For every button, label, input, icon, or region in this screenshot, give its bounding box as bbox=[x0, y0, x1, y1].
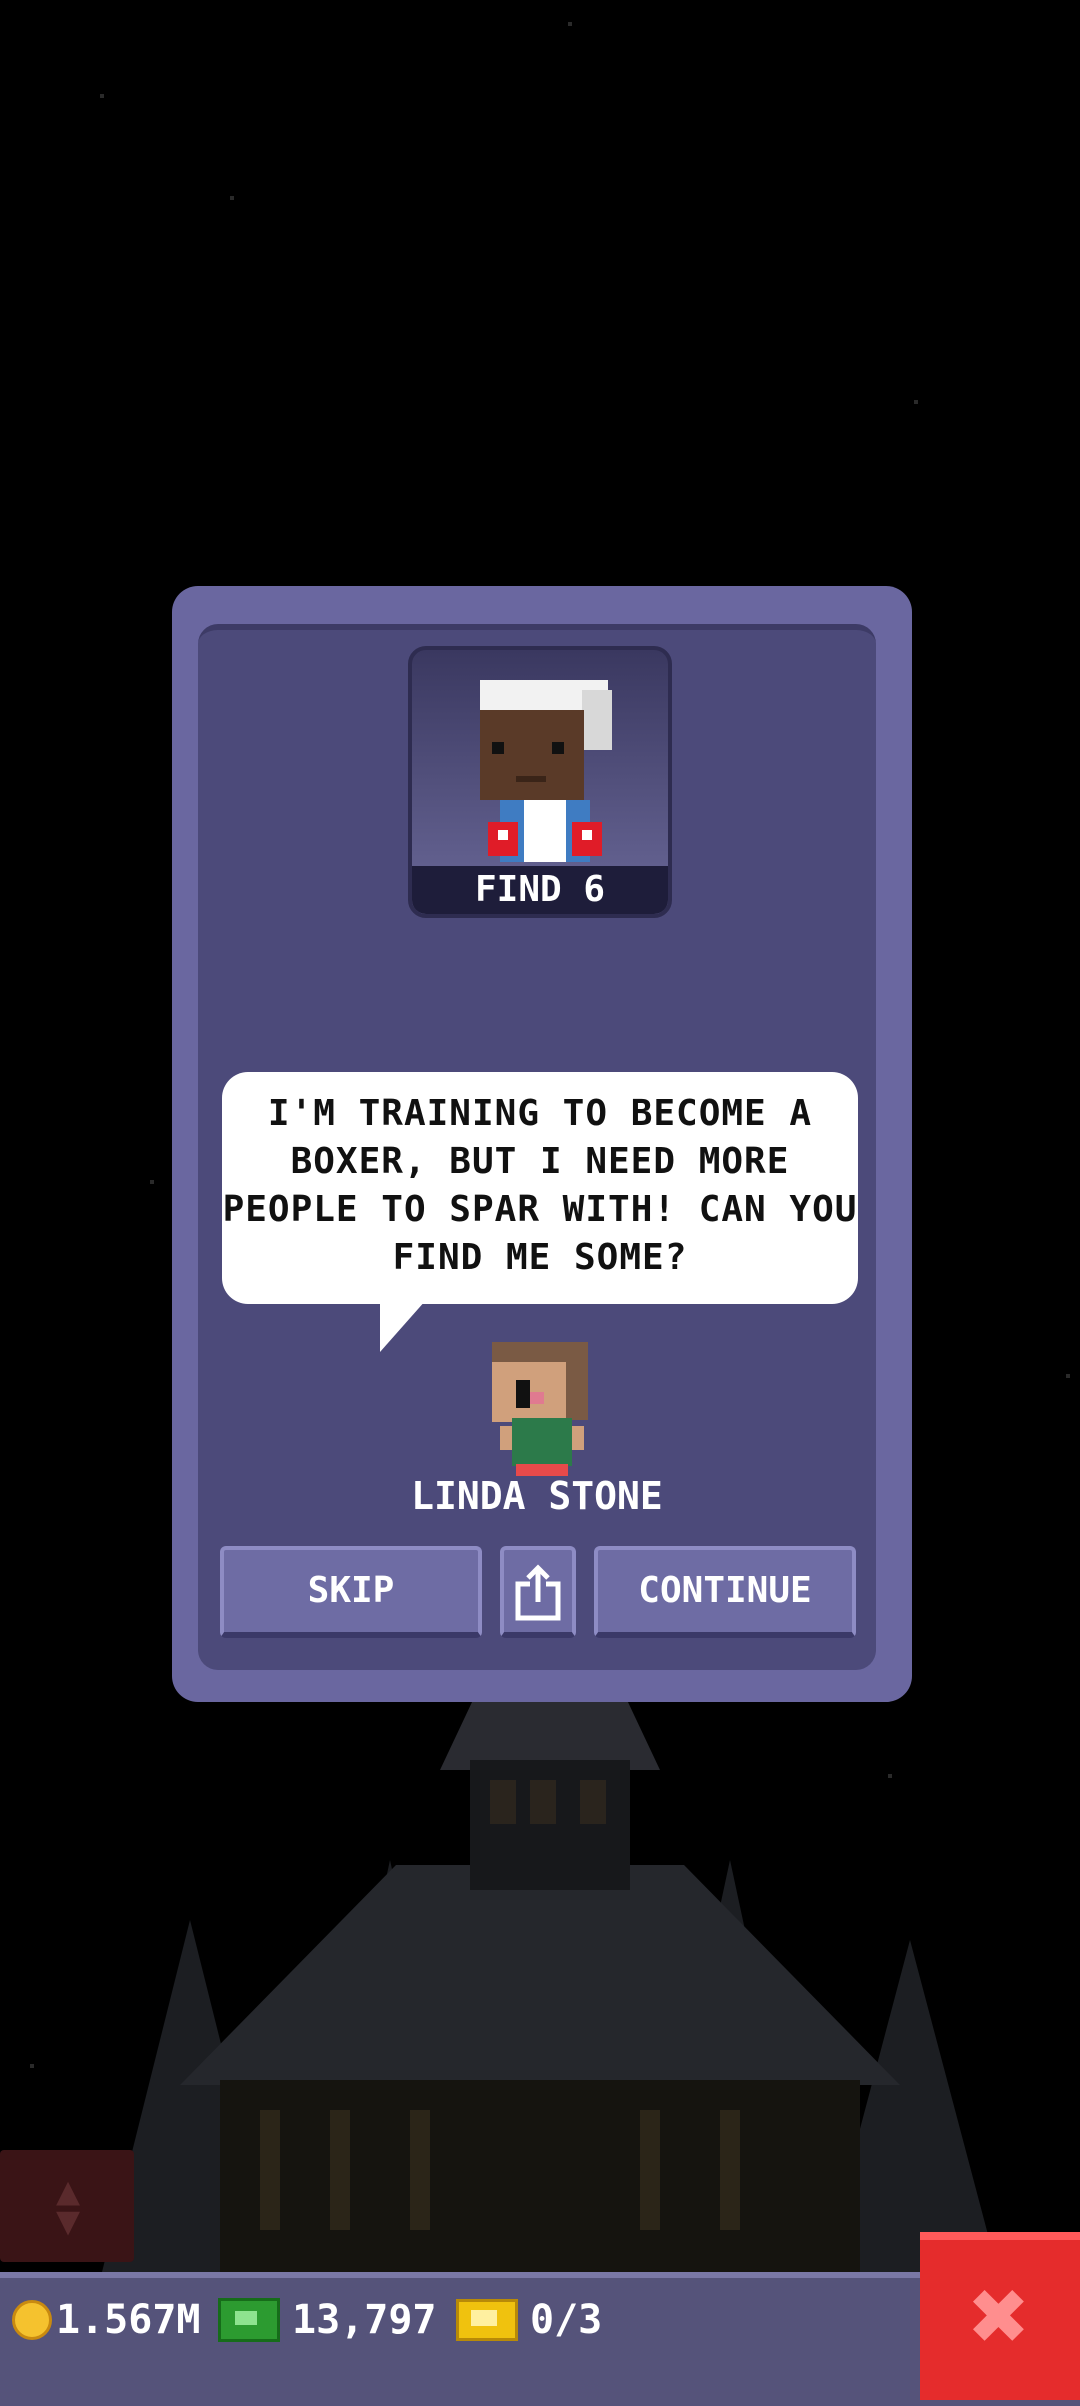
coins-display: 1.567M bbox=[12, 2296, 201, 2344]
elevator-button[interactable]: ▲ ▼ bbox=[0, 2150, 134, 2262]
star bbox=[100, 94, 104, 98]
star bbox=[230, 196, 234, 200]
quest-dialogue-text: I'M TRAINING TO BECOME A BOXER, BUT I NE… bbox=[222, 1093, 858, 1278]
window bbox=[260, 2110, 280, 2230]
coins-value: 1.567M bbox=[56, 2297, 201, 2343]
npc-name: LINDA STONE bbox=[411, 1474, 663, 1518]
star bbox=[150, 1180, 154, 1184]
close-button[interactable]: ✖ bbox=[920, 2232, 1080, 2400]
window bbox=[530, 1780, 556, 1824]
window bbox=[490, 1780, 516, 1824]
window bbox=[330, 2110, 350, 2230]
bux-value: 13,797 bbox=[292, 2297, 437, 2343]
window bbox=[580, 1780, 606, 1824]
bux-display: 13,797 bbox=[218, 2296, 437, 2344]
coin-icon bbox=[12, 2300, 52, 2340]
star bbox=[1066, 1374, 1070, 1378]
share-button[interactable] bbox=[500, 1546, 576, 1638]
up-down-arrows-icon: ▲ ▼ bbox=[55, 2168, 81, 2244]
window bbox=[640, 2110, 660, 2230]
ticket-icon bbox=[456, 2299, 518, 2341]
background-lodge-scene bbox=[0, 1680, 1080, 2280]
lodge-body bbox=[220, 2080, 860, 2280]
continue-button[interactable]: CONTINUE bbox=[594, 1546, 856, 1638]
close-icon: ✖ bbox=[969, 2257, 1031, 2374]
share-icon bbox=[515, 1564, 561, 1621]
quest-target-portrait: FIND 6 bbox=[408, 646, 672, 918]
speech-bubble-tail bbox=[380, 1300, 426, 1352]
tickets-display: 0/3 bbox=[456, 2296, 602, 2344]
find-count-label: FIND 6 bbox=[412, 866, 668, 914]
bux-icon bbox=[218, 2298, 280, 2342]
window bbox=[720, 2110, 740, 2230]
star bbox=[914, 400, 918, 404]
skip-button[interactable]: SKIP bbox=[220, 1546, 482, 1638]
star bbox=[568, 22, 572, 26]
tickets-value: 0/3 bbox=[530, 2297, 603, 2343]
window bbox=[410, 2110, 430, 2230]
